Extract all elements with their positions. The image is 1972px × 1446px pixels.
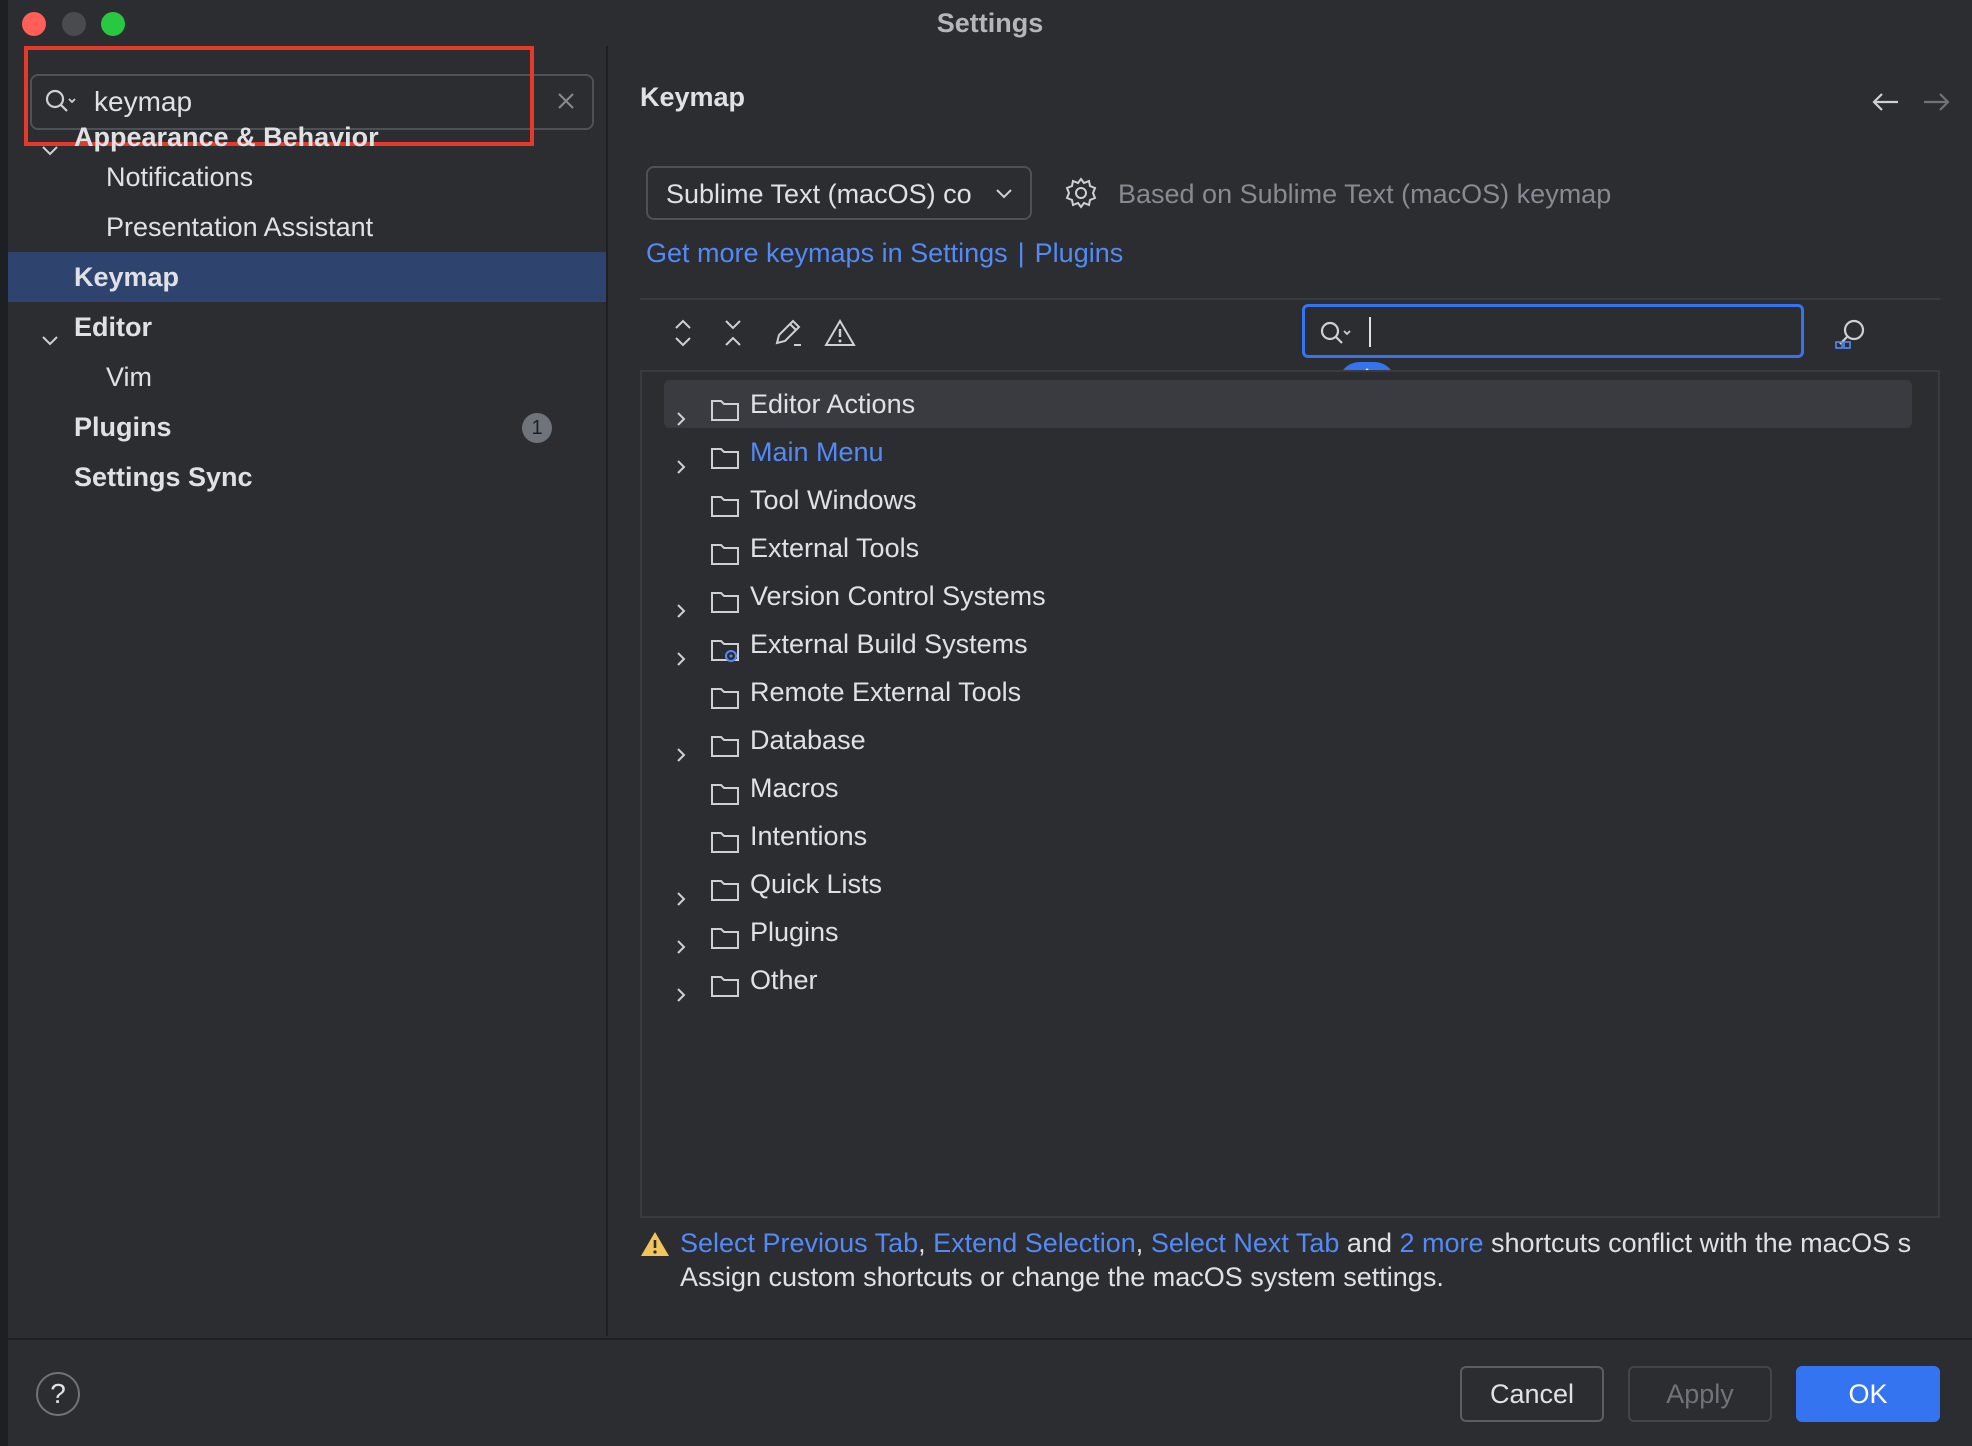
tree-row[interactable]: Version Control Systems [664, 572, 1912, 620]
sidebar-item-keymap[interactable]: Keymap [8, 252, 606, 302]
sidebar-item-label: Editor [74, 312, 152, 342]
gear-icon[interactable] [1064, 176, 1098, 215]
warning-line-2: Assign custom shortcuts or change the ma… [680, 1262, 1444, 1292]
keymap-links: Get more keymaps in Settings | Plugins [646, 238, 1123, 269]
background-edge [0, 0, 8, 1446]
keymap-select[interactable]: Sublime Text (macOS) co [646, 166, 1032, 220]
tree-row[interactable]: Plugins [664, 908, 1912, 956]
ok-button[interactable]: OK [1796, 1366, 1940, 1422]
tree-row[interactable]: Intentions [664, 812, 1912, 860]
warning-filter-icon[interactable] [824, 318, 856, 353]
help-button[interactable]: ? [36, 1372, 80, 1416]
warning-text: , [918, 1228, 934, 1258]
select-previous-tab-link[interactable]: Select Previous Tab [680, 1228, 918, 1258]
select-next-tab-link[interactable]: Select Next Tab [1151, 1228, 1340, 1258]
keymap-panel: Keymap Sublime Text (macOS) co Based on … [608, 46, 1972, 1336]
tree-row-label: Version Control Systems [750, 581, 1046, 611]
forward-arrow-icon[interactable] [1922, 88, 1952, 122]
sidebar-item-label: Settings Sync [74, 462, 253, 492]
tree-row-label: Plugins [750, 917, 839, 947]
tree-row[interactable]: External Tools [664, 524, 1912, 572]
edit-shortcut-icon[interactable] [772, 318, 804, 353]
plugins-count-badge: 1 [522, 413, 552, 443]
sidebar-item-notifications[interactable]: Notifications [8, 152, 606, 202]
extend-selection-link[interactable]: Extend Selection [933, 1228, 1136, 1258]
sidebar-item-settings-sync[interactable]: Settings Sync [8, 452, 606, 502]
warning-text: and [1339, 1228, 1400, 1258]
tree-row-label: Database [750, 725, 866, 755]
sidebar-item-vim[interactable]: Vim [8, 352, 606, 402]
page-title: Keymap [640, 82, 746, 112]
tree-row[interactable]: Tool Windows [664, 476, 1912, 524]
cancel-button[interactable]: Cancel [1460, 1366, 1604, 1422]
sidebar-item-plugins[interactable]: Plugins 1 [8, 402, 606, 452]
settings-sidebar: keymap Appearance & Behavior Notificatio… [8, 46, 608, 1336]
tree-row[interactable]: Other [664, 956, 1912, 1004]
dialog-footer: ? Cancel Apply OK [8, 1338, 1972, 1440]
settings-window: Settings keymap Appearance & Behavior No… [8, 0, 1972, 1440]
sidebar-item-label: Plugins [74, 412, 172, 442]
tree-row[interactable]: Database [664, 716, 1912, 764]
plugins-link[interactable]: Plugins [1035, 238, 1124, 268]
window-title: Settings [936, 8, 1044, 38]
tree-row-label: External Build Systems [750, 629, 1028, 659]
tree-row[interactable]: Macros [664, 764, 1912, 812]
tree-row-label: Quick Lists [750, 869, 883, 899]
tree-row[interactable]: External Build Systems [664, 620, 1912, 668]
find-by-shortcut-icon[interactable] [1834, 316, 1870, 357]
search-icon [1319, 320, 1353, 353]
folder-icon [710, 966, 740, 1014]
sidebar-item-presentation-assistant[interactable]: Presentation Assistant [8, 202, 606, 252]
sidebar-item-label: Vim [106, 362, 153, 392]
text-cursor [1369, 317, 1371, 347]
tree-row-label: Editor Actions [750, 389, 916, 419]
warning-text: , [1135, 1228, 1151, 1258]
tree-row-label: Intentions [750, 821, 868, 851]
apply-button[interactable]: Apply [1628, 1366, 1772, 1422]
tree-row-label: Tool Windows [750, 485, 917, 515]
tree-row[interactable]: Main Menu [664, 428, 1912, 476]
get-more-keymaps-link[interactable]: Get more keymaps in Settings [646, 238, 1008, 268]
warning-line-1: Select Previous Tab, Extend Selection, S… [680, 1226, 1911, 1260]
keymap-search-input[interactable] [1302, 304, 1804, 358]
link-separator: | [1017, 238, 1025, 268]
tree-row-label: Macros [750, 773, 839, 803]
tree-row[interactable]: Editor Actions [664, 380, 1912, 428]
title-bar: Settings [8, 0, 1972, 46]
sidebar-item-editor[interactable]: Editor [8, 302, 606, 352]
tree-row-label: External Tools [750, 533, 920, 563]
collapse-all-icon[interactable] [722, 318, 744, 353]
expand-all-icon[interactable] [672, 318, 694, 353]
chevron-right-icon[interactable] [672, 971, 690, 1019]
tree-row-label: Main Menu [750, 437, 884, 467]
warning-icon [640, 1230, 670, 1266]
tree-row-label: Other [750, 965, 818, 995]
based-on-text: Based on Sublime Text (macOS) keymap [1118, 179, 1612, 209]
chevron-down-icon [994, 186, 1014, 207]
tree-row-label: Remote External Tools [750, 677, 1022, 707]
sidebar-item-label: Notifications [106, 162, 254, 192]
keymap-action-tree: Editor Actions Main Menu Tool Windows Exter… [640, 370, 1940, 1218]
sidebar-item-label: Presentation Assistant [106, 212, 374, 242]
tree-row[interactable]: Quick Lists [664, 860, 1912, 908]
back-arrow-icon[interactable] [1870, 88, 1900, 122]
divider [640, 298, 1940, 300]
sidebar-item-label: Keymap [74, 262, 180, 292]
tree-row[interactable]: Remote External Tools [664, 668, 1912, 716]
keymap-select-value: Sublime Text (macOS) co [666, 179, 972, 209]
warning-text: shortcuts conflict with the macOS s [1483, 1228, 1912, 1258]
more-conflicts-link[interactable]: 2 more [1399, 1228, 1483, 1258]
